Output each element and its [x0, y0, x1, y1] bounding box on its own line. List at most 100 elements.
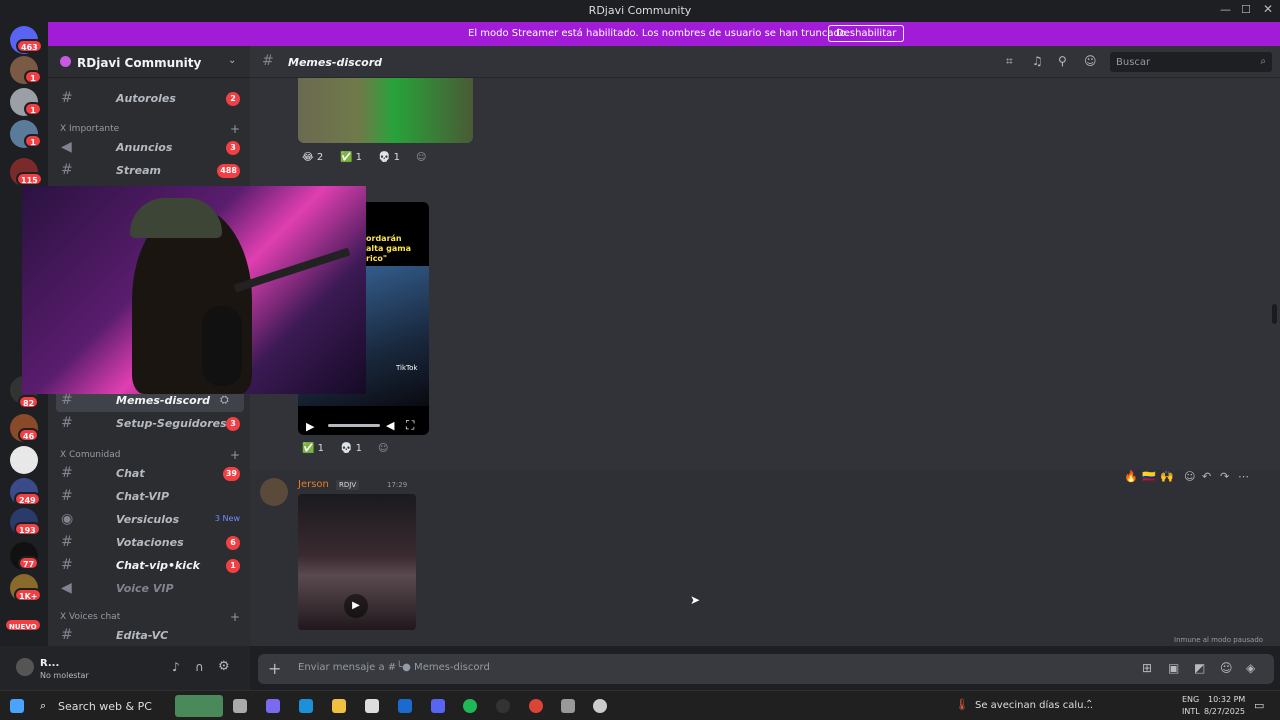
- headphones-icon[interactable]: ∩: [195, 660, 204, 674]
- search-icon: ⌕: [1260, 56, 1266, 67]
- reaction-skull[interactable]: 💀 1: [340, 443, 362, 461]
- volume-slider[interactable]: [328, 424, 380, 427]
- guild-badge: 193: [14, 522, 41, 536]
- store-icon[interactable]: [365, 699, 379, 713]
- server-header[interactable]: RDjavi Community ⌄: [48, 46, 250, 78]
- outlook-icon[interactable]: [398, 699, 412, 713]
- play-icon[interactable]: ▶: [344, 594, 368, 618]
- message-composer[interactable]: + Enviar mensaje a #╰● Memes-discord ⊞ ▣…: [258, 654, 1274, 684]
- obs-icon[interactable]: [496, 699, 510, 713]
- emoji-icon[interactable]: ☺: [1220, 661, 1233, 675]
- channel-item[interactable]: # Chat-vip•kick 1: [56, 555, 244, 577]
- chrome-icon[interactable]: [529, 699, 543, 713]
- add-reaction-icon[interactable]: ☺: [1184, 470, 1195, 483]
- settings-gear-icon[interactable]: ⚙: [218, 659, 230, 674]
- channel-item[interactable]: # Edita-VC: [56, 625, 244, 647]
- channel-item[interactable]: ◀ Anuncios 3: [56, 137, 244, 159]
- channel-item[interactable]: # Votaciones 6: [56, 532, 244, 554]
- add-channel-icon[interactable]: +: [230, 122, 240, 136]
- sticker-icon[interactable]: ◩: [1194, 661, 1205, 675]
- microphone-icon[interactable]: ♪: [172, 660, 180, 674]
- thermometer-icon: 🌡: [955, 698, 969, 711]
- windows-start-icon[interactable]: [10, 699, 24, 713]
- fullscreen-icon[interactable]: ⛶: [406, 418, 414, 433]
- notification-bell-icon[interactable]: ♫: [1032, 54, 1043, 68]
- file-explorer-icon[interactable]: [332, 699, 346, 713]
- weather-text[interactable]: Se avecinan días calu...: [975, 700, 1093, 711]
- video-thumbnail[interactable]: ▶: [298, 494, 416, 630]
- notification-icon[interactable]: ▭: [1254, 699, 1264, 712]
- gif-icon[interactable]: ▣: [1168, 661, 1179, 675]
- search-icon[interactable]: ⌕: [40, 699, 46, 713]
- close-window-icon[interactable]: ✕: [1263, 2, 1273, 16]
- reaction-laughing[interactable]: 😂 2: [302, 152, 323, 170]
- hashtag-icon: #: [61, 557, 73, 573]
- chevron-down-icon[interactable]: ⌄: [228, 55, 236, 66]
- author-name[interactable]: Jerson: [298, 479, 329, 490]
- speaker-icon: ◀: [61, 580, 72, 596]
- forward-icon[interactable]: ↷: [1220, 470, 1229, 483]
- more-options-icon[interactable]: ⋯: [1238, 470, 1249, 483]
- avatar[interactable]: [16, 658, 34, 676]
- raised-hands-icon[interactable]: 🙌: [1160, 470, 1174, 483]
- copilot-icon[interactable]: [266, 699, 280, 713]
- task-view-icon[interactable]: [233, 699, 247, 713]
- channel-item[interactable]: ◀ Voice VIP: [56, 578, 244, 600]
- flag-reaction-icon[interactable]: 🇨🇴: [1142, 470, 1156, 483]
- add-channel-icon[interactable]: +: [230, 610, 240, 624]
- reaction-skull[interactable]: 💀 1: [378, 152, 400, 170]
- widgets-icon[interactable]: [175, 695, 223, 717]
- forum-icon: ◉: [61, 511, 74, 527]
- channel-item[interactable]: # Autoroles 2: [56, 88, 244, 110]
- message-input[interactable]: Enviar mensaje a #╰● Memes-discord: [298, 662, 490, 673]
- category-voices[interactable]: X Voices chat +: [60, 610, 240, 624]
- reaction-check[interactable]: ✅ 1: [340, 152, 362, 170]
- add-reaction-icon[interactable]: ☺: [416, 152, 426, 170]
- category-comunidad[interactable]: X Comunidad +: [60, 448, 240, 462]
- language-layout[interactable]: INTL: [1182, 707, 1200, 716]
- apps-icon[interactable]: ◈: [1246, 661, 1255, 675]
- image-attachment[interactable]: [298, 78, 473, 143]
- maximize-icon[interactable]: ☐: [1241, 3, 1251, 16]
- pin-icon[interactable]: ⚲: [1058, 54, 1067, 68]
- invite-icon[interactable]: ⛭: [220, 393, 229, 407]
- play-icon[interactable]: ▶: [306, 420, 314, 433]
- user-status: No molestar: [40, 671, 89, 680]
- attach-plus-icon[interactable]: +: [268, 659, 281, 678]
- channel-item[interactable]: # Setup-Seguidores 3: [56, 413, 244, 435]
- language-code[interactable]: ENG: [1182, 695, 1199, 704]
- search-input[interactable]: Buscar ⌕: [1110, 52, 1272, 72]
- category-importante[interactable]: X Importante +: [60, 122, 240, 136]
- server-icon[interactable]: [10, 446, 38, 474]
- channel-item[interactable]: # Stream 488: [56, 160, 244, 182]
- member-list-icon[interactable]: ☺: [1084, 54, 1097, 68]
- channel-item[interactable]: ◉ Versiculos 3 New: [56, 509, 244, 531]
- minimize-icon[interactable]: —: [1220, 3, 1231, 16]
- guild-badge: 249: [14, 492, 41, 506]
- add-channel-icon[interactable]: +: [230, 448, 240, 462]
- avatar[interactable]: [260, 478, 288, 506]
- discord-icon[interactable]: [431, 699, 445, 713]
- spotify-icon[interactable]: [463, 699, 477, 713]
- guild-badge: 46: [18, 428, 40, 442]
- taskbar-search[interactable]: Search web & PC: [58, 700, 152, 713]
- volume-icon[interactable]: ◀: [386, 419, 394, 432]
- edge-icon[interactable]: [299, 699, 313, 713]
- disable-streamer-button[interactable]: Deshabilitar: [828, 25, 905, 42]
- scrollbar-thumb[interactable]: [1272, 304, 1277, 324]
- threads-icon[interactable]: ⌗: [1006, 54, 1013, 69]
- clock-time[interactable]: 10:32 PM: [1208, 695, 1245, 704]
- channel-item[interactable]: # Chat 39: [56, 463, 244, 485]
- channel-item[interactable]: # Chat-VIP: [56, 486, 244, 508]
- fire-reaction-icon[interactable]: 🔥: [1124, 470, 1138, 483]
- tray-chevron-icon[interactable]: ⌃: [1085, 699, 1093, 710]
- reaction-check[interactable]: ✅ 1: [302, 443, 324, 461]
- message-row[interactable]: Jerson RDJV 17:29 ▶ 🔥 🇨🇴 🙌 ☺ ↶ ↷ ⋯: [250, 470, 1280, 646]
- clock-date[interactable]: 8/27/2025: [1204, 707, 1245, 716]
- add-reaction-icon[interactable]: ☺: [378, 443, 388, 461]
- settings-gear-icon[interactable]: [561, 699, 575, 713]
- reply-icon[interactable]: ↶: [1202, 470, 1211, 483]
- window-title: RDjavi Community: [588, 4, 692, 17]
- app-icon[interactable]: [593, 699, 607, 713]
- gift-icon[interactable]: ⊞: [1142, 661, 1152, 675]
